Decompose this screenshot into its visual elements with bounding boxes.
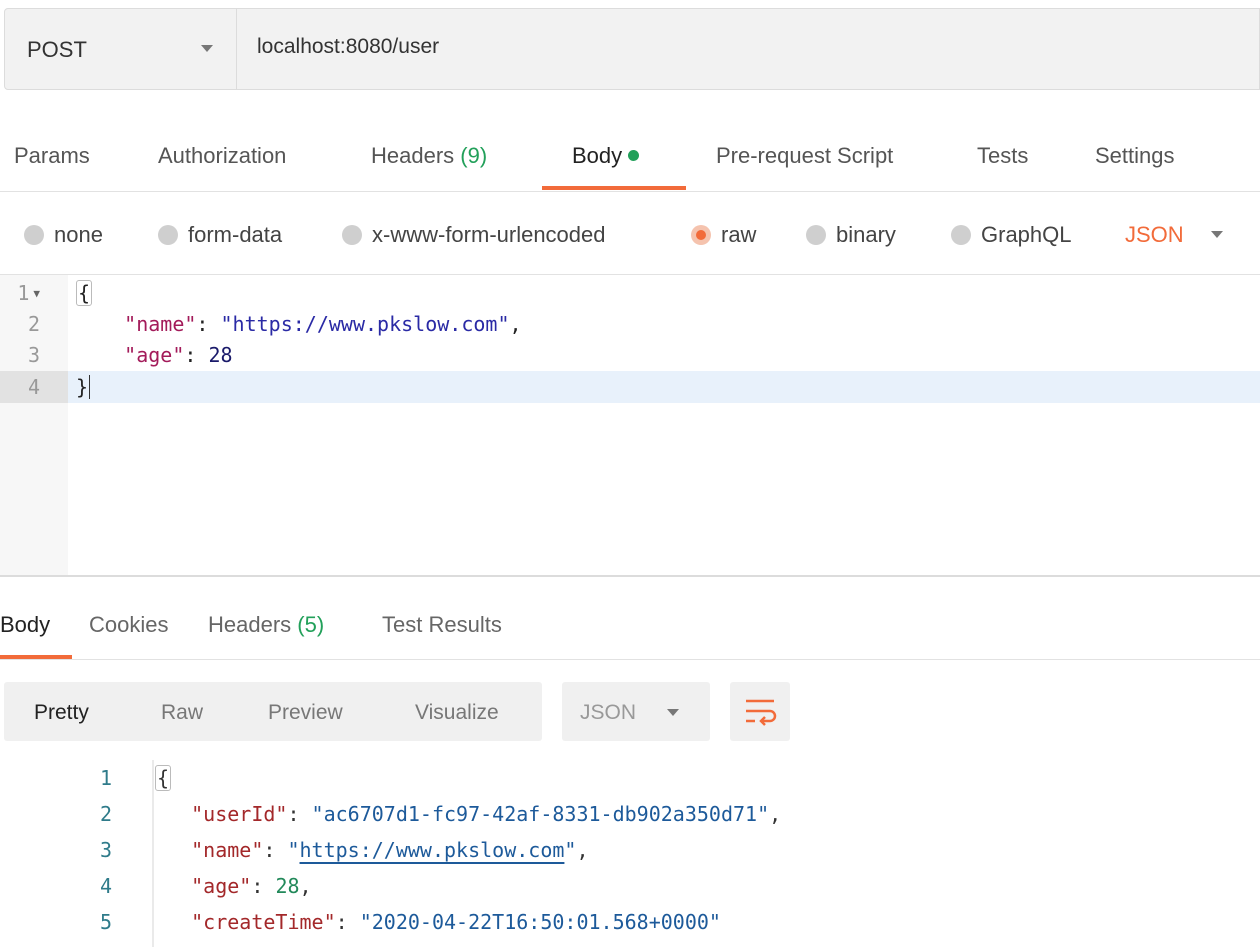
url-input[interactable]: [257, 35, 1157, 59]
radio-icon: [806, 225, 826, 245]
radio-binary[interactable]: binary: [806, 222, 896, 248]
tab-label: Headers: [371, 143, 455, 168]
pane-resize-handle[interactable]: [0, 575, 1260, 577]
response-tab-test-results[interactable]: Test Results: [382, 612, 502, 638]
editor-line: 3 "age": 28: [0, 339, 1260, 371]
code: "name": "https://www.pkslow.com",: [124, 312, 522, 336]
radio-graphql[interactable]: GraphQL: [951, 222, 1072, 248]
view-visualize-button[interactable]: Visualize: [415, 701, 499, 725]
response-tab-headers[interactable]: Headers (5): [208, 612, 324, 638]
tab-body[interactable]: Body: [572, 143, 640, 169]
radio-icon: [342, 225, 362, 245]
radio-icon: [158, 225, 178, 245]
line-number: 4: [0, 371, 68, 403]
request-body-editor[interactable]: 1 ▼{ 2 "name": "https://www.pkslow.com", …: [0, 275, 1260, 575]
response-format-select[interactable]: JSON: [562, 682, 710, 741]
response-tab-cookies[interactable]: Cookies: [89, 612, 168, 638]
radio-none[interactable]: none: [24, 222, 103, 248]
line-number: 1 ▼: [17, 281, 40, 305]
tab-authorization[interactable]: Authorization: [158, 143, 286, 169]
url-link[interactable]: https://www.pkslow.com: [300, 838, 565, 862]
code: "age": 28,: [191, 874, 312, 898]
editor-line-active: 4}: [0, 371, 1260, 403]
radio-selected-icon: [691, 225, 711, 245]
tab-label: Settings: [1095, 143, 1175, 168]
headers-count: (9): [460, 143, 488, 168]
divider: [0, 191, 1260, 192]
response-line: 1{: [0, 760, 1260, 796]
brace: {: [76, 280, 93, 306]
view-preview-button[interactable]: Preview: [268, 701, 343, 725]
radio-label: x-www-form-urlencoded: [372, 222, 606, 247]
line-number: 1: [99, 766, 112, 790]
code: {: [76, 277, 93, 309]
editor-line: 1 ▼ {: [0, 277, 1260, 309]
radio-label: binary: [836, 222, 896, 247]
status-dot-icon: [628, 150, 640, 161]
radio-icon: [24, 225, 44, 245]
radio-label: none: [54, 222, 103, 247]
view-pretty-button[interactable]: Pretty: [34, 701, 89, 725]
tab-label: Test Results: [382, 612, 502, 637]
method-select[interactable]: POST: [27, 37, 87, 63]
code: "age": 28: [124, 343, 233, 367]
radio-label: GraphQL: [981, 222, 1072, 247]
code: }: [76, 375, 91, 399]
tab-label: Body: [572, 143, 623, 168]
response-line: 4 "age": 28,: [0, 868, 1260, 904]
tab-label: Tests: [977, 143, 1029, 168]
radio-label: form-data: [188, 222, 283, 247]
tab-pre-request-script[interactable]: Pre-request Script: [716, 143, 893, 169]
tab-headers[interactable]: Headers (9): [371, 143, 487, 169]
request-url-bar: POST: [4, 8, 1260, 90]
fold-arrow-icon[interactable]: ▼: [33, 287, 40, 300]
active-tab-indicator: [542, 186, 686, 190]
text-cursor: [89, 375, 91, 399]
radio-label: raw: [721, 222, 757, 247]
response-line: 2 "userId": "ac6707d1-fc97-42af-8331-db9…: [0, 796, 1260, 832]
code: {: [155, 765, 172, 791]
tab-params[interactable]: Params: [14, 143, 90, 169]
wrap-lines-icon: [746, 699, 777, 726]
line-number: 4: [99, 874, 112, 898]
divider: [236, 9, 237, 89]
headers-count: (5): [297, 612, 325, 637]
divider: [0, 659, 1260, 660]
radio-icon: [951, 225, 971, 245]
tab-label: Params: [14, 143, 90, 168]
editor-line: 2 "name": "https://www.pkslow.com",: [0, 308, 1260, 340]
line-number: 3: [27, 343, 40, 367]
chevron-down-icon: [667, 709, 679, 716]
radio-raw[interactable]: raw: [691, 222, 756, 248]
line-number: 2: [27, 312, 40, 336]
line-number: 3: [99, 838, 112, 862]
tab-label: Cookies: [89, 612, 169, 637]
response-line: 3 "name": "https://www.pkslow.com",: [0, 832, 1260, 868]
chevron-down-icon[interactable]: [201, 45, 213, 52]
code: "createTime": "2020-04-22T16:50:01.568+0…: [191, 910, 721, 934]
view-mode-segmented-control: Pretty Raw Preview Visualize: [4, 682, 542, 741]
tab-tests[interactable]: Tests: [977, 143, 1028, 169]
chevron-down-icon[interactable]: [1211, 231, 1223, 238]
response-line: 5 "createTime": "2020-04-22T16:50:01.568…: [0, 904, 1260, 940]
response-tab-body[interactable]: Body: [0, 612, 50, 638]
language-select[interactable]: JSON: [1125, 222, 1184, 248]
code: "name": "https://www.pkslow.com",: [191, 838, 589, 862]
radio-x-www-form-urlencoded[interactable]: x-www-form-urlencoded: [342, 222, 606, 248]
wrap-lines-button[interactable]: [730, 682, 790, 741]
line-number: 2: [99, 802, 112, 826]
tab-settings[interactable]: Settings: [1095, 143, 1175, 169]
code: "userId": "ac6707d1-fc97-42af-8331-db902…: [191, 802, 782, 826]
line-number: 5: [99, 910, 112, 934]
view-raw-button[interactable]: Raw: [161, 701, 203, 725]
format-label: JSON: [580, 701, 637, 724]
tab-label: Authorization: [158, 143, 287, 168]
tab-label: Headers: [208, 612, 292, 637]
tab-label: Body: [0, 612, 51, 637]
tab-label: Pre-request Script: [716, 143, 894, 168]
radio-form-data[interactable]: form-data: [158, 222, 282, 248]
